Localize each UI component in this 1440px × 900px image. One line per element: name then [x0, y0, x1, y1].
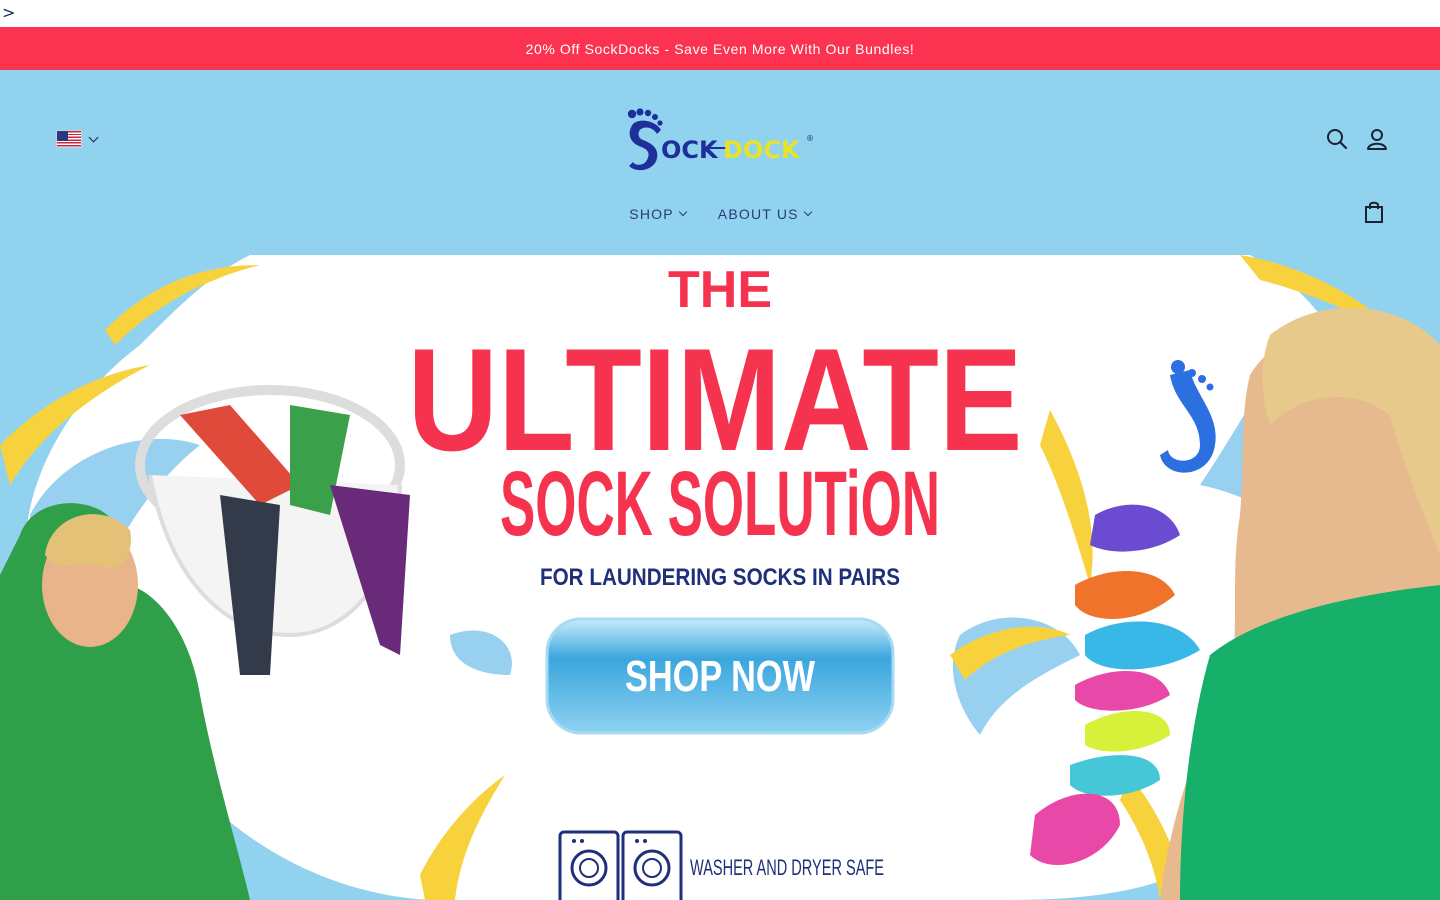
country-selector[interactable] [56, 130, 99, 148]
account-icon[interactable] [1366, 128, 1388, 150]
logo-word-1: OCK [661, 136, 719, 164]
hero-subheadline: SOCK SOLUTiON [500, 453, 940, 555]
washer-dryer-label: WASHER AND DRYER SAFE [690, 855, 884, 880]
announcement-bar[interactable]: 20% Off SockDocks - Save Even More With … [0, 27, 1440, 70]
announcement-text: 20% Off SockDocks - Save Even More With … [525, 40, 915, 57]
stray-text: > [2, 3, 16, 22]
nav-item-about-us[interactable]: ABOUT US [717, 206, 812, 222]
nav-item-label: ABOUT US [717, 206, 799, 222]
site-header: OCK DOCK ® SHOP ABOUT US [0, 70, 1440, 255]
chevron-down-icon [88, 132, 99, 142]
hero-the: THE [668, 261, 772, 319]
chevron-down-icon [803, 207, 812, 217]
nav-item-shop[interactable]: SHOP [629, 206, 688, 222]
us-flag-icon [56, 130, 82, 148]
hero-artwork: THE ULTIMATE SOCK SOLUTiON FOR LAUNDERIN… [0, 255, 1440, 900]
header-icons [1326, 128, 1388, 150]
main-nav: SHOP ABOUT US [0, 206, 1440, 222]
nav-item-label: SHOP [629, 206, 674, 222]
logo-registered: ® [806, 134, 814, 143]
site-logo[interactable]: OCK DOCK ® [625, 108, 815, 172]
logo-word-2: DOCK [723, 136, 801, 164]
search-icon[interactable] [1326, 128, 1348, 150]
hero-banner[interactable]: THE ULTIMATE SOCK SOLUTiON FOR LAUNDERIN… [0, 255, 1440, 900]
shop-now-button[interactable]: SHOP NOW [545, 617, 895, 735]
chevron-down-icon [678, 207, 688, 217]
shop-now-label: SHOP NOW [625, 652, 815, 701]
hero-tagline: FOR LAUNDERING SOCKS IN PAIRS [540, 564, 900, 591]
